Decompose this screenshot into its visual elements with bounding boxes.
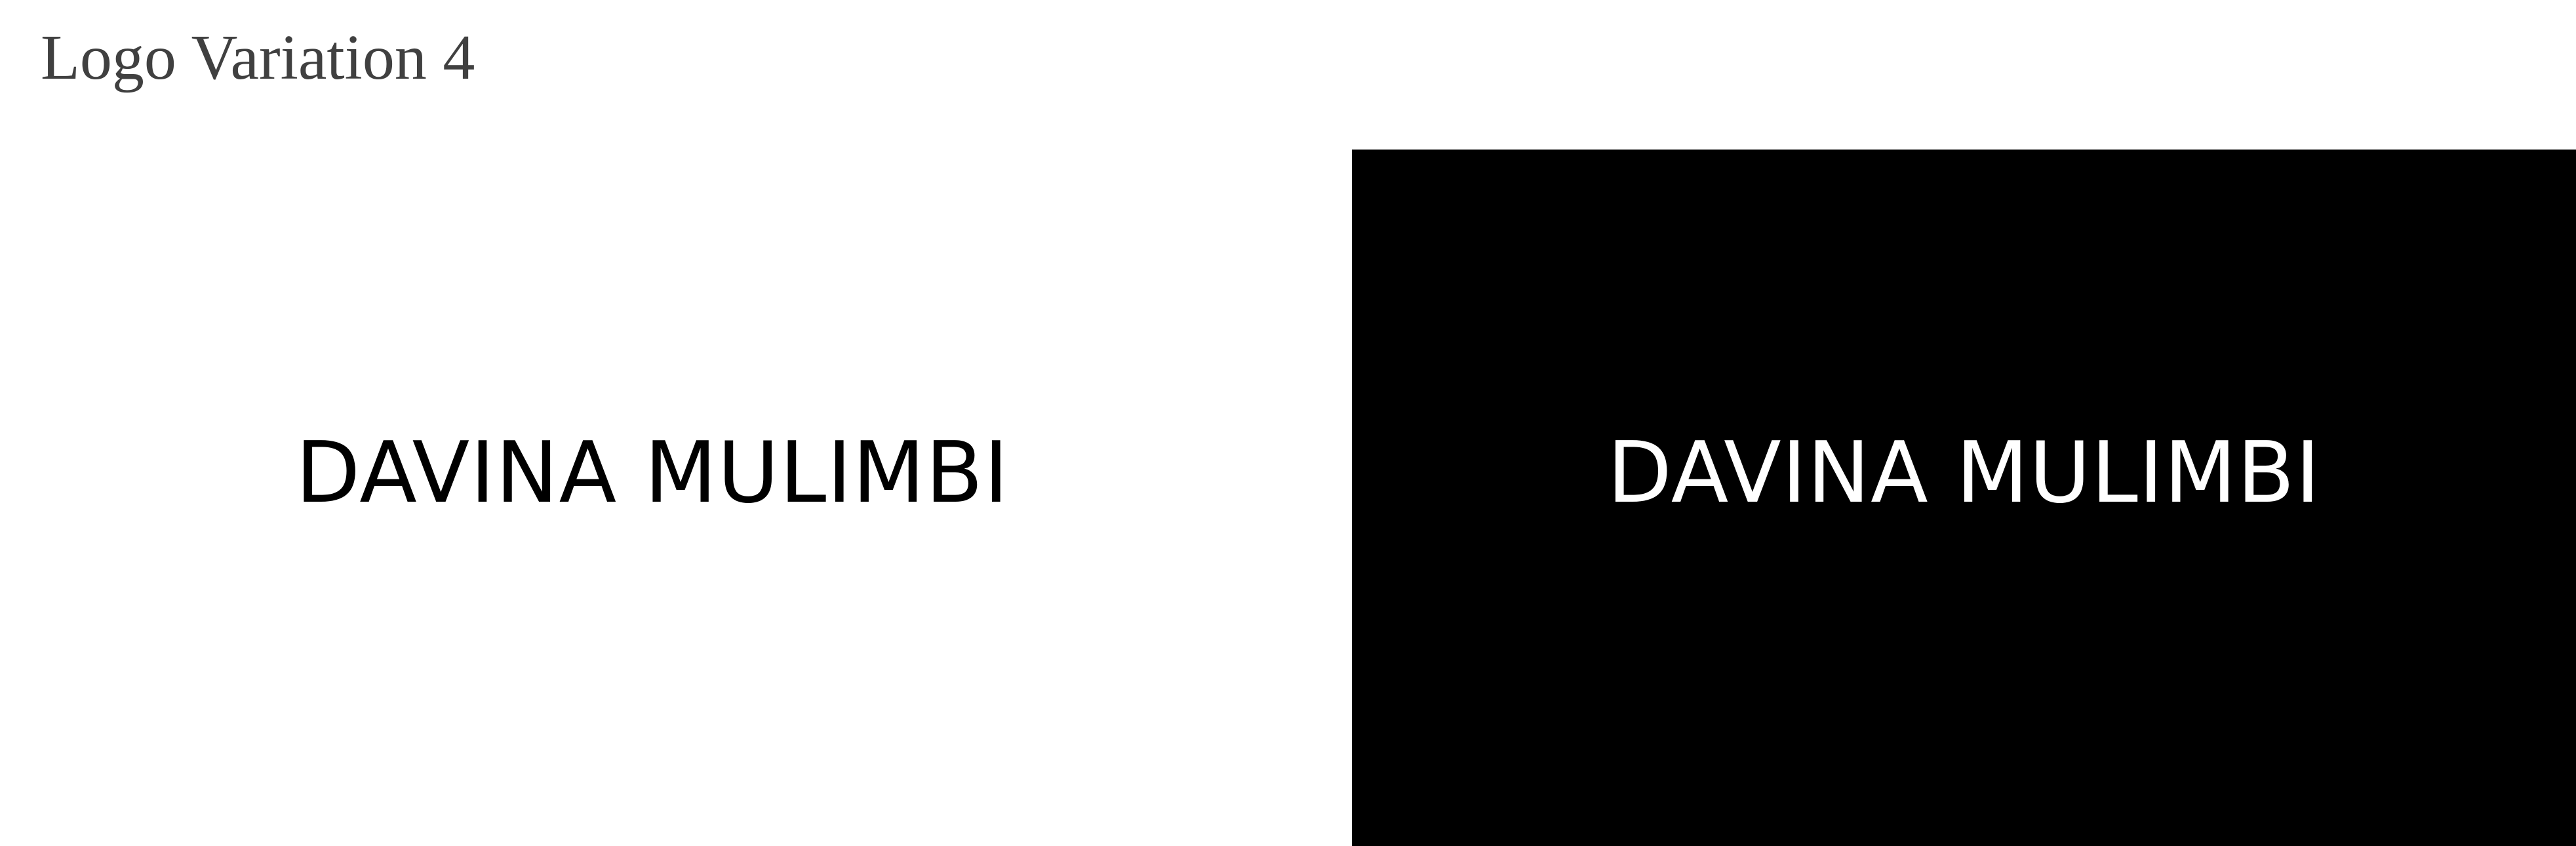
dark-logo-panel: DAVINA MULIMBI bbox=[1352, 150, 2576, 846]
light-logo-panel: DAVINA MULIMBI bbox=[0, 150, 1305, 846]
logo-variation-page: Logo Variation 4 DAVINA MULIMBI DAVINA M… bbox=[0, 0, 2576, 846]
logo-wordmark-dark: DAVINA MULIMBI bbox=[1607, 424, 2321, 522]
logo-wordmark-light: DAVINA MULIMBI bbox=[295, 424, 1010, 522]
page-title: Logo Variation 4 bbox=[41, 22, 475, 93]
